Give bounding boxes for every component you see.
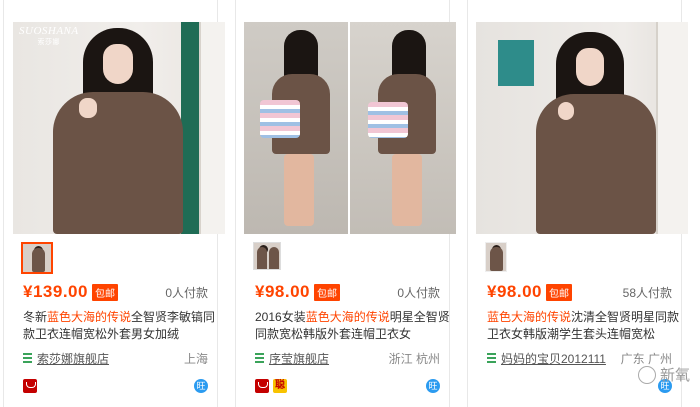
icon-row: 旺 — [23, 378, 208, 394]
watermark-text: 新氧 — [659, 367, 690, 384]
product-photo[interactable] — [476, 22, 688, 234]
wangwang-icon[interactable]: 旺 — [194, 379, 208, 393]
watermark: 新氧 — [637, 364, 690, 385]
panel-divider — [348, 22, 350, 234]
thumbnail[interactable] — [253, 242, 281, 270]
shop-row: 索莎娜旗舰店 上海 — [23, 350, 208, 366]
price: ¥98.00 — [255, 282, 310, 301]
free-shipping-badge: 包邮 — [314, 283, 340, 301]
price-row: ¥98.00 包邮 58人付款 — [487, 282, 672, 302]
model-face — [576, 48, 604, 86]
keyword-highlight: 蓝色大海的传说 — [47, 310, 132, 324]
shop-name-link[interactable]: 序莹旗舰店 — [269, 350, 329, 367]
shop-icon — [255, 353, 264, 363]
thumbnail-row — [21, 242, 53, 274]
shop-name-link[interactable]: 索莎娜旗舰店 — [37, 350, 109, 367]
product-photo[interactable] — [244, 22, 456, 234]
wangwang-icon[interactable]: 旺 — [426, 379, 440, 393]
model-hand — [79, 98, 97, 118]
icon-row: 聪 旺 — [255, 378, 440, 394]
sold-count: 0人付款 — [397, 285, 440, 300]
product-photo[interactable]: SUOSHANA 索莎娜 — [13, 22, 225, 234]
product-card-2[interactable]: ¥98.00 包邮 0人付款 2016女装蓝色大海的传说明星全智贤同款宽松韩版外… — [235, 0, 456, 407]
wechat-icon — [637, 365, 656, 384]
brand-logo: SUOSHANA 索莎娜 — [19, 25, 79, 47]
keyword-highlight: 蓝色大海的传说 — [305, 310, 390, 324]
product-title-link[interactable]: 冬新蓝色大海的传说全智贤李敏镐同款卫衣连帽宽松外套男女加绒 — [23, 309, 221, 343]
striped-bag — [260, 100, 300, 138]
thumbnail-row — [253, 242, 281, 274]
model-hoodie — [53, 92, 183, 234]
door-frame — [199, 22, 225, 234]
shop-icon — [23, 353, 32, 363]
product-title-link[interactable]: 蓝色大海的传说沈清全智贤明星同款卫衣女韩版潮学生套头连帽宽松 — [487, 309, 685, 343]
gold-shop-icon[interactable]: 聪 — [273, 379, 287, 393]
shop-name-link[interactable]: 妈妈的宝贝2012111 — [501, 350, 606, 367]
thumbnail-row — [485, 242, 507, 274]
free-shipping-badge: 包邮 — [91, 283, 118, 301]
price: ¥98.00 — [487, 282, 542, 301]
shop-row: 序莹旗舰店 浙江 杭州 — [255, 350, 440, 366]
model-hoodie — [536, 94, 656, 234]
free-shipping-badge: 包邮 — [546, 283, 572, 301]
model-legs-2 — [392, 154, 422, 226]
thumbnail[interactable] — [21, 242, 53, 274]
price-row: ¥139.00 包邮 0人付款 — [23, 282, 208, 302]
striped-bag-2 — [368, 102, 408, 138]
product-card-1[interactable]: SUOSHANA 索莎娜 ¥139.00 包邮 0人付款 冬新蓝色大海的传说全智… — [3, 0, 225, 407]
product-card-3[interactable]: ¥98.00 包邮 58人付款 蓝色大海的传说沈清全智贤明星同款卫衣女韩版潮学生… — [467, 0, 688, 407]
price-row: ¥98.00 包邮 0人付款 — [255, 282, 440, 302]
model-face — [103, 44, 133, 84]
model-legs — [284, 154, 314, 226]
model-hand — [558, 102, 574, 120]
teal-panel — [181, 22, 199, 234]
tmall-icon[interactable] — [255, 379, 269, 393]
location: 浙江 杭州 — [388, 351, 440, 366]
sold-count: 58人付款 — [622, 285, 672, 300]
thumbnail[interactable] — [485, 242, 507, 272]
door-frame — [656, 22, 688, 234]
keyword-highlight: 蓝色大海的传说 — [487, 310, 572, 324]
sold-count: 0人付款 — [165, 285, 208, 300]
tmall-icon[interactable] — [23, 379, 37, 393]
location: 上海 — [183, 351, 208, 366]
product-title-link[interactable]: 2016女装蓝色大海的传说明星全智贤同款宽松韩版外套连帽卫衣女 — [255, 309, 453, 343]
shop-icon — [487, 353, 496, 363]
price: ¥139.00 — [23, 282, 88, 301]
teal-panel — [498, 40, 534, 86]
